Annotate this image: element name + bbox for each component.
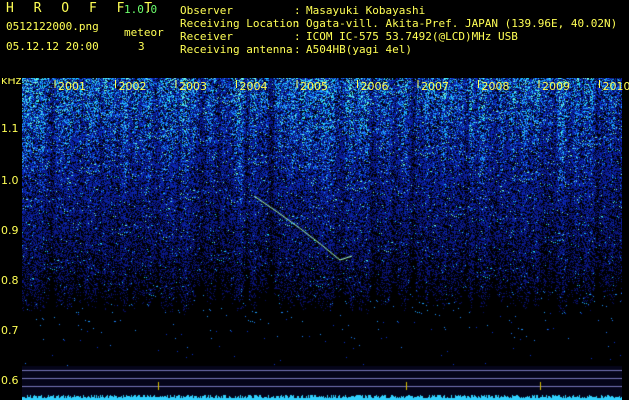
time-tick-label: 2001 (58, 80, 86, 93)
y-tick-label: 0.9 (1, 224, 19, 237)
time-tick-label: 2009 (542, 80, 570, 93)
time-tick-label: 2006 (361, 80, 389, 93)
info-value: Masayuki Kobayashi (306, 4, 426, 17)
info-key: Observer (180, 4, 233, 17)
y-tick-label: 0.8 (1, 274, 19, 287)
time-tick-label: 2003 (179, 80, 207, 93)
time-tick-label: 2004 (240, 80, 268, 93)
time-axis: 2001 2002 2003 2004 2005 2006 2007 2008 2009 2010 (54, 80, 629, 93)
time-tick-label: 2007 (421, 80, 449, 93)
spectrogram: kHz 1.1 1.0 0.9 0.8 0.7 0.6 2001 2002 2003 2004 2… (0, 78, 629, 400)
info-value: Ogata-vill. Akita-Pref. JAPAN (139.96E, … (306, 17, 618, 30)
y-axis: 1.1 1.0 0.9 0.8 0.7 0.6 (1, 122, 19, 387)
info-colon: : (294, 17, 301, 30)
timestamp: 05.12.12 20:00 (6, 40, 99, 53)
info-value: A504HB(yagi 4el) (306, 43, 412, 56)
file-name: 0512122000.png (6, 20, 99, 33)
time-tick-label: 2010 (603, 80, 629, 93)
y-tick-label: 1.0 (1, 174, 19, 187)
info-panel: Observer : Masayuki Kobayashi Receiving … (180, 4, 617, 56)
info-value: ICOM IC-575 53.7492(@LCD)MHz USB (306, 30, 518, 43)
info-colon: : (294, 4, 301, 17)
time-tick-label: 2002 (119, 80, 147, 93)
y-tick-label: 1.1 (1, 122, 19, 135)
time-tick-label: 2005 (300, 80, 328, 93)
y-unit-label: kHz (1, 78, 22, 87)
spectrogram-overlay: kHz 1.11.00.90.80.70.6 2001 2002 2003 2004 2… (1, 78, 629, 387)
y-tick-label: 0.7 (1, 324, 19, 337)
info-colon: : (294, 43, 301, 56)
info-row-receiver: Receiver : ICOM IC-575 53.7492(@LCD)MHz … (180, 30, 617, 43)
info-row-observer: Observer : Masayuki Kobayashi (180, 4, 617, 17)
meteor-count: 3 (138, 40, 145, 53)
info-row-antenna: Receiving antenna : A504HB(yagi 4el) (180, 43, 617, 56)
info-key: Receiver (180, 30, 233, 43)
info-key: Receiving antenna (180, 43, 293, 56)
y-tick-label: 0.6 (1, 374, 19, 387)
time-tick-label: 2008 (482, 80, 510, 93)
info-key: Receiving Location (180, 17, 300, 30)
meteor-label: meteor (124, 26, 164, 39)
info-row-location: Receiving Location : Ogata-vill. Akita-P… (180, 17, 617, 30)
info-colon: : (294, 30, 301, 43)
app-version: 1.0.0 (124, 3, 158, 16)
